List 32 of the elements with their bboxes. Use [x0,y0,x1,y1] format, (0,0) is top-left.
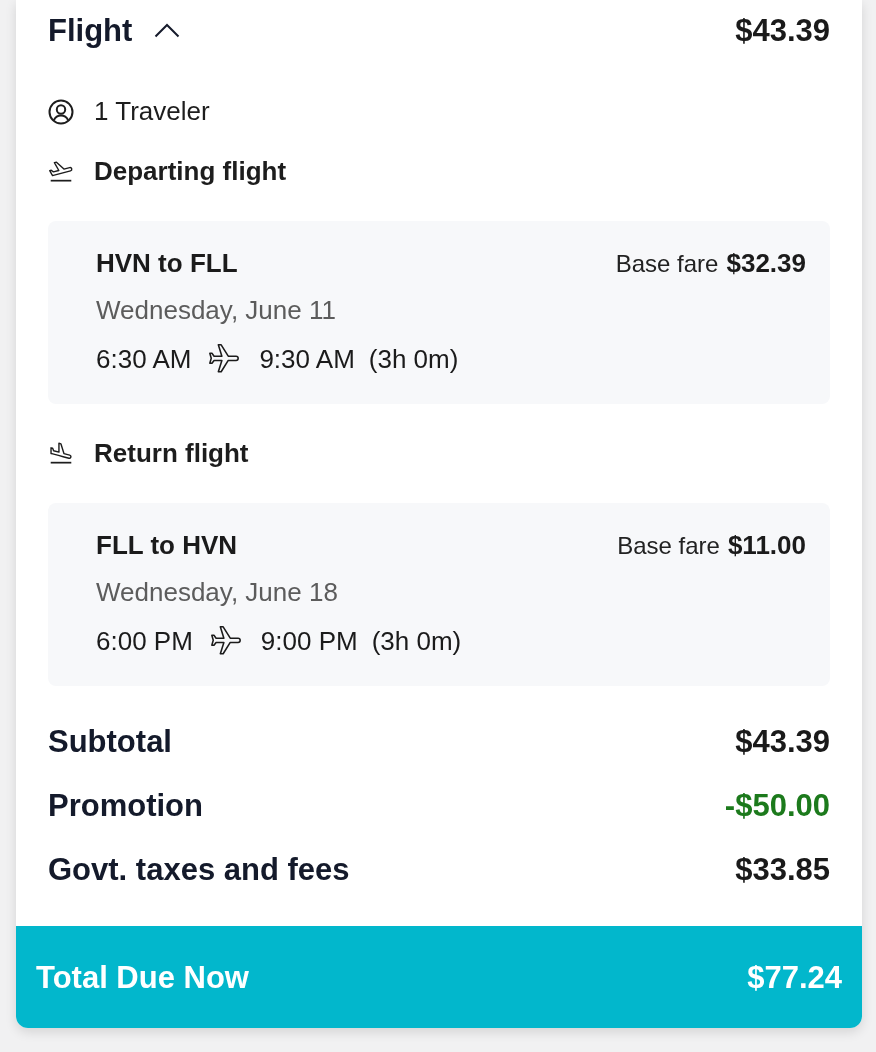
flight-section-heading: Departing flight [94,156,287,187]
flight-duration: (3h 0m) [371,625,462,657]
flight-section-heading: Return flight [94,438,249,469]
flight-route: FLL to HVN [96,530,238,561]
traveler-count: 1 Traveler [94,96,210,127]
takeoff-plane-icon [48,158,74,185]
total-line-amount: -$50.00 [724,787,830,824]
total-line-amount: $33.85 [735,851,830,888]
total-line-label: Govt. taxes and fees [48,851,350,888]
plane-icon [207,342,242,376]
flight-duration: (3h 0m) [368,343,459,375]
total-line-label: Subtotal [48,723,172,760]
arrival-time: 9:30 AM [259,343,355,375]
base-fare-amount: $11.00 [727,530,806,561]
departure-time: 6:30 AM [96,343,192,375]
total-due-amount: $77.24 [747,958,842,996]
base-fare-label: Base fare [617,531,720,561]
user-circle-icon [48,98,74,125]
total-line-amount: $43.39 [735,723,830,760]
base-fare-amount: $32.39 [726,248,806,279]
flight-date: Wednesday, June 11 [96,295,337,326]
flight-date: Wednesday, June 18 [96,577,339,608]
landing-plane-icon [48,440,74,467]
total-line-label: Promotion [48,787,203,824]
flight-summary-toggle[interactable]: Flight [48,12,181,49]
arrival-time: 9:00 PM [260,625,358,657]
base-fare-label: Base fare [615,249,719,279]
plane-icon [208,624,243,658]
flight-route: HVN to FLL [96,248,238,279]
total-due-label: Total Due Now [36,958,249,996]
departure-time: 6:00 PM [96,625,193,657]
flight-price: $43.39 [735,12,830,49]
